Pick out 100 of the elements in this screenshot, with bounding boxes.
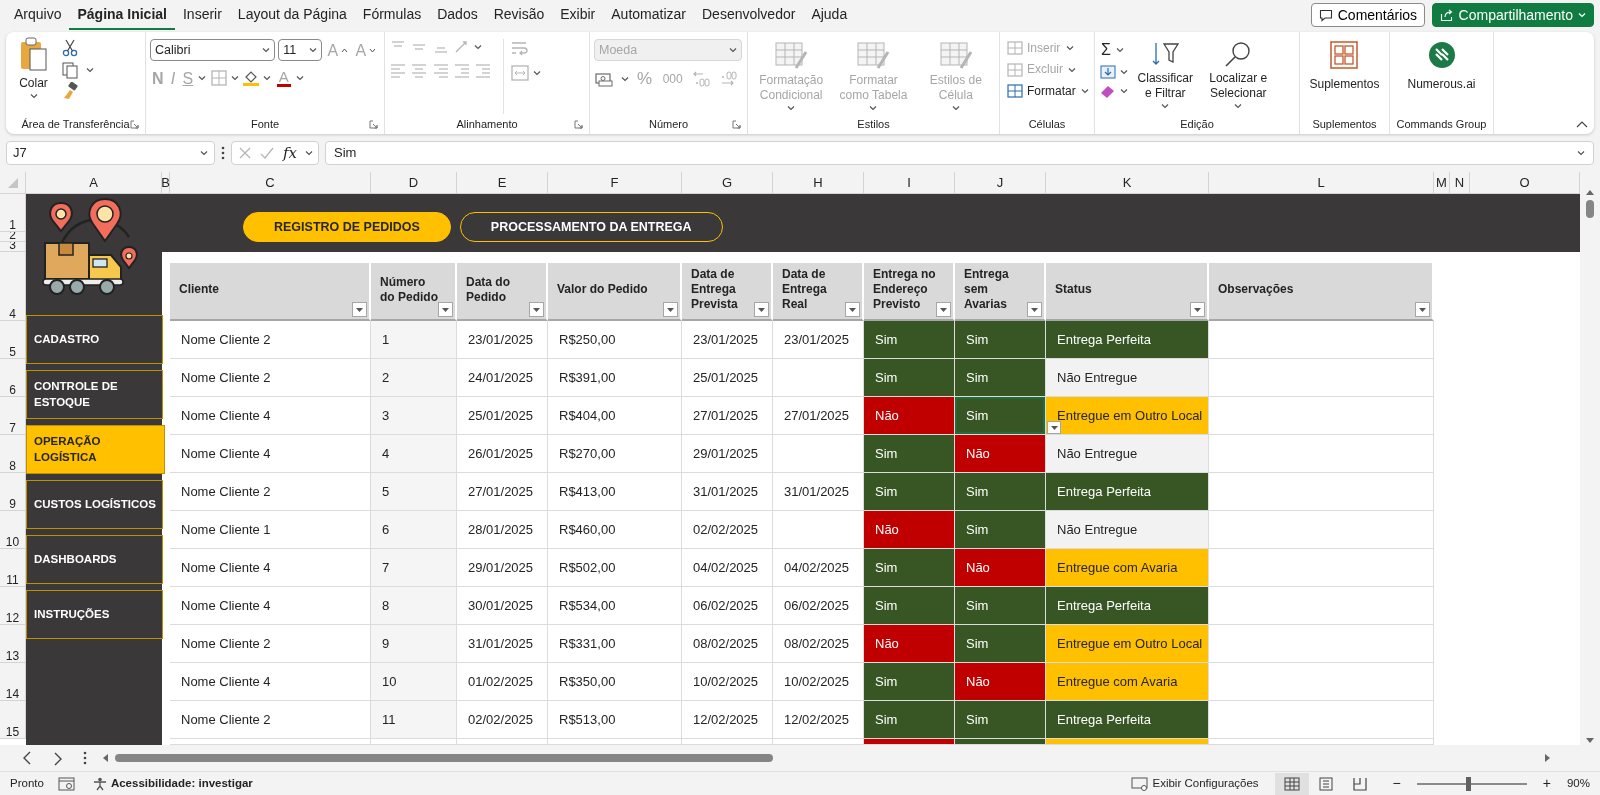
row-number[interactable]: 9 <box>0 473 26 511</box>
filter-button[interactable] <box>663 302 678 317</box>
dialog-launcher-icon[interactable] <box>732 120 741 129</box>
column-letter[interactable]: A <box>26 172 162 194</box>
column-letter[interactable]: C <box>170 172 371 194</box>
dialog-launcher-icon[interactable] <box>130 120 139 129</box>
formula-field[interactable]: Sim <box>325 141 1594 165</box>
sidebar-item[interactable]: OPERAÇÃO LOGÍSTICA <box>26 425 165 474</box>
font-size-field[interactable]: 11 <box>278 39 323 62</box>
filter-button[interactable] <box>529 302 544 317</box>
caret-icon[interactable] <box>198 75 207 82</box>
caret-icon[interactable] <box>1065 45 1074 52</box>
ribbon-tab[interactable]: Página Inicial <box>69 0 175 30</box>
sidebar-item[interactable]: CADASTRO <box>26 315 163 364</box>
scissors-icon[interactable] <box>61 39 79 58</box>
sidebar-item[interactable]: CUSTOS LOGÍSTICOS <box>26 480 163 529</box>
column-letter[interactable]: O <box>1470 172 1580 194</box>
row-number[interactable]: 6 <box>0 359 26 397</box>
scroll-left-icon[interactable] <box>101 753 109 763</box>
row-number[interactable]: 5 <box>0 321 26 359</box>
ribbon-tab[interactable]: Inserir <box>174 0 230 30</box>
ribbon-tab[interactable]: Fórmulas <box>354 0 430 30</box>
font-name-field[interactable]: Calibri <box>150 39 275 62</box>
row-number[interactable]: 12 <box>0 587 26 625</box>
dialog-launcher-icon[interactable] <box>574 120 583 129</box>
caret-icon[interactable] <box>620 75 629 82</box>
fill-down-icon[interactable] <box>1099 63 1117 80</box>
column-letter[interactable]: H <box>773 172 864 194</box>
share-button[interactable]: Compartilhamento <box>1431 3 1594 27</box>
row-number[interactable]: 10 <box>0 511 26 549</box>
ribbon-tab[interactable]: Revisão <box>485 0 553 30</box>
nav-tab[interactable]: REGISTRO DE PEDIDOS <box>243 212 451 242</box>
normal-view-button[interactable] <box>1274 772 1309 795</box>
row-number[interactable]: 13 <box>0 625 26 663</box>
column-letter[interactable]: L <box>1209 172 1434 194</box>
caret-icon[interactable] <box>1120 87 1129 94</box>
dropdown-button[interactable] <box>1047 421 1061 434</box>
previous-sheet-icon[interactable] <box>22 751 32 765</box>
merge-cells-icon[interactable] <box>510 63 530 82</box>
autosum-button[interactable]: Σ <box>1099 39 1113 61</box>
scroll-right-icon[interactable] <box>1544 753 1552 763</box>
ribbon-tab[interactable]: Desenvolvedor <box>694 0 804 30</box>
caret-icon[interactable] <box>85 66 94 73</box>
row-number[interactable]: 1 <box>0 194 26 232</box>
caret-icon[interactable] <box>295 75 304 82</box>
copy-icon[interactable] <box>61 60 79 79</box>
ribbon-tab[interactable]: Automatizar <box>603 0 694 30</box>
zoom-in-button[interactable]: + <box>1540 774 1553 793</box>
dialog-launcher-icon[interactable] <box>369 120 378 129</box>
caret-icon[interactable] <box>533 69 542 76</box>
ribbon-tab[interactable]: Exibir <box>552 0 604 30</box>
sidebar-item[interactable]: CONTROLE DE ESTOQUE <box>26 370 163 419</box>
caret-icon[interactable] <box>1080 87 1089 94</box>
insert-function-button[interactable]: fx <box>281 143 299 163</box>
filter-button[interactable] <box>438 302 453 317</box>
slider-thumb[interactable] <box>1466 776 1472 791</box>
addins-button[interactable]: Suplementos <box>1307 39 1382 114</box>
zoom-out-button[interactable]: − <box>1390 774 1403 793</box>
filter-button[interactable] <box>1415 302 1430 317</box>
row-number[interactable]: 11 <box>0 549 26 587</box>
row-number[interactable]: 15 <box>0 701 26 739</box>
filter-button[interactable] <box>1027 302 1042 317</box>
row-number[interactable]: 4 <box>0 252 26 321</box>
filter-button[interactable] <box>352 302 367 317</box>
name-box[interactable]: J7 <box>6 141 215 165</box>
column-letter[interactable]: M <box>1434 172 1450 194</box>
caret-icon[interactable] <box>1116 46 1125 53</box>
ribbon-tab[interactable]: Arquivo <box>6 0 70 30</box>
more-options-icon[interactable] <box>221 146 225 160</box>
column-letter[interactable]: D <box>371 172 457 194</box>
column-letter[interactable]: E <box>457 172 548 194</box>
filter-button[interactable] <box>1190 302 1205 317</box>
fill-color-icon[interactable] <box>242 69 261 88</box>
filter-button[interactable] <box>936 302 951 317</box>
caret-icon[interactable] <box>305 150 313 156</box>
macro-record-icon[interactable] <box>57 776 76 791</box>
scroll-up-icon[interactable] <box>1585 188 1595 196</box>
sidebar-item[interactable]: INSTRUÇÕES <box>26 590 163 639</box>
display-settings-button[interactable]: Exibir Configurações <box>1129 775 1261 792</box>
next-sheet-icon[interactable] <box>52 751 63 766</box>
zoom-level[interactable]: 90% <box>1566 774 1590 793</box>
paste-button[interactable]: Colar <box>16 36 51 114</box>
ribbon-tab[interactable]: Ajuda <box>803 0 856 30</box>
caret-icon[interactable] <box>230 75 239 82</box>
format-painter-icon[interactable] <box>61 81 79 100</box>
more-options-icon[interactable] <box>83 751 87 765</box>
ribbon-tab[interactable]: Dados <box>429 0 486 30</box>
row-number[interactable]: 14 <box>0 663 26 701</box>
caret-icon[interactable] <box>263 75 272 82</box>
scrollbar-thumb[interactable] <box>115 754 773 762</box>
filter-button[interactable] <box>754 302 769 317</box>
accessibility-button[interactable]: Acessibilidade: investigar <box>89 775 255 792</box>
row-number[interactable]: 7 <box>0 397 26 435</box>
column-letter[interactable]: F <box>548 172 682 194</box>
row-number[interactable]: 8 <box>0 435 26 473</box>
ribbon-tab[interactable]: Layout da Página <box>229 0 355 30</box>
scrollbar-thumb[interactable] <box>1586 200 1594 218</box>
caret-icon[interactable] <box>1068 66 1077 73</box>
caret-icon[interactable] <box>474 44 482 51</box>
scroll-down-icon[interactable] <box>1585 737 1595 745</box>
